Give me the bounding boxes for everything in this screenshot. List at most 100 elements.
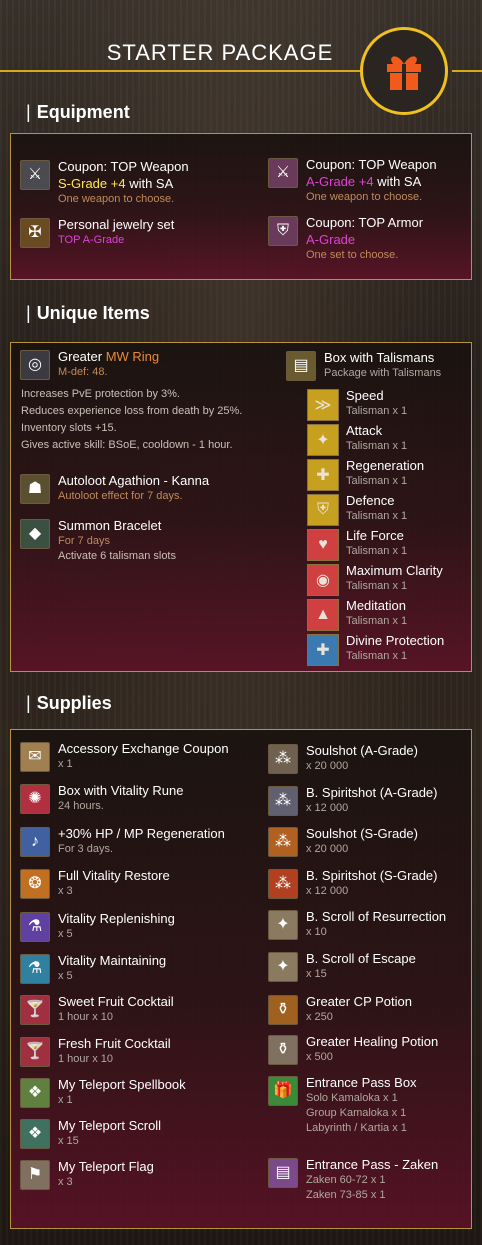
gift-icon [360,27,448,115]
ring-name: Greater [58,349,106,364]
item-grade: S-Grade +4 [58,176,126,191]
ring-desc-line: Reduces experience loss from death by 25… [21,405,243,417]
healing-potion-icon: ⚱ [268,1035,298,1065]
supply-name: My Teleport Flag [58,1159,154,1174]
potion-icon: ⚗ [20,954,50,984]
supply-qty: x 15 [58,1135,79,1147]
supply-qty: Zaken 73-85 x 1 [306,1189,386,1201]
talisman-name: Speed [346,388,384,403]
supply-text: Soulshot (S-Grade) x 20 000 [306,825,482,857]
supply-text: B. Scroll of Escape x 15 [306,950,482,982]
bracelet-note: For 7 days [58,535,110,547]
agathion-note: Autoloot effect for 7 days. [58,490,183,502]
supply-name: Entrance Pass - Zaken [306,1157,439,1172]
supply-name: Vitality Replenishing [58,911,175,926]
supply-qty: x 5 [58,970,73,982]
supply-name: Sweet Fruit Cocktail [58,994,174,1009]
item-name: Personal jewelry set [58,217,175,232]
talisman-text: Attack Talisman x 1 [346,422,482,454]
talisman-icon: ♥ [307,529,339,561]
supply-text: Greater CP Potion x 250 [306,993,482,1025]
item-grade: A-Grade +4 [306,174,374,189]
teleport-scroll-icon: ❖ [20,1119,50,1149]
soulshot-icon: ⁂ [268,744,298,774]
supply-qty: x 500 [306,1051,333,1063]
supply-text: Fresh Fruit Cocktail 1 hour x 10 [58,1035,248,1067]
supply-text: B. Spiritshot (A-Grade) x 12 000 [306,784,482,816]
supply-text: My Teleport Flag x 3 [58,1158,248,1190]
ring-desc-line: Gives active skill: BSoE, cooldown - 1 h… [21,439,233,451]
supply-name: Entrance Pass Box [306,1075,417,1090]
supply-qty: 24 hours. [58,800,104,812]
item-name: Coupon: TOP Weapon [306,157,437,172]
supply-qty: x 12 000 [306,802,349,814]
cocktail-icon: 🍸 [20,995,50,1025]
supply-name: Full Vitality Restore [58,868,170,883]
supply-qty: 1 hour x 10 [58,1011,114,1023]
talisman-qty: Talisman x 1 [346,405,408,417]
supply-name: Soulshot (A-Grade) [306,743,418,758]
talisman-qty: Talisman x 1 [346,580,408,592]
supply-name: My Teleport Spellbook [58,1077,186,1092]
gift-svg [387,56,421,90]
talisman-icon: ✚ [307,634,339,666]
supply-qty: Labyrinth / Kartia x 1 [306,1122,407,1134]
talisman-qty: Talisman x 1 [346,615,408,627]
supply-qty: x 3 [58,885,73,897]
supplies-panel: ✉ Accessory Exchange Coupon x 1 ✺ Box with V… [10,729,472,1229]
talisman-text: Meditation Talisman x 1 [346,597,482,629]
weapon-coupon-icon: ⚔ [268,158,298,188]
item-name: Coupon: TOP Weapon [58,159,189,174]
section-title-unique-label: Unique Items [36,303,150,323]
supply-text: B. Scroll of Resurrection x 10 [306,908,482,940]
supply-name: B. Scroll of Escape [306,951,416,966]
regen-icon: ♪ [20,827,50,857]
bracelet-name: Summon Bracelet [58,518,162,533]
unique-panel: ◎ Greater MW Ring M-def: 48. Increases P… [10,342,472,672]
talisman-text: Divine Protection Talisman x 1 [346,632,482,664]
supply-name: +30% HP / MP Regeneration [58,826,225,841]
bracelet-sub: Activate 6 talisman slots [58,550,176,562]
bracelet-icon: ◆ [20,519,50,549]
supply-text: +30% HP / MP Regeneration For 3 days. [58,825,248,857]
supply-qty: x 250 [306,1011,333,1023]
talisman-box-sub: Package with Talismans [324,367,442,379]
escape-scroll-icon: ✦ [268,952,298,982]
equipment-panel: ⚔ Coupon: TOP Weapon S-Grade +4 with SA … [10,133,472,280]
supply-qty: Zaken 60-72 x 1 [306,1174,386,1186]
supply-qty: Solo Kamaloka x 1 [306,1092,398,1104]
supply-qty: x 1 [58,758,73,770]
talisman-icon: ▲ [307,599,339,631]
supply-qty: x 5 [58,928,73,940]
talisman-text: Maximum Clarity Talisman x 1 [346,562,482,594]
potion-icon: ⚗ [20,912,50,942]
supply-name: Greater Healing Potion [306,1034,439,1049]
talisman-name: Defence [346,493,395,508]
supply-text: Greater Healing Potion x 500 [306,1033,482,1065]
scroll-icon: ✉ [20,742,50,772]
supply-name: Greater CP Potion [306,994,412,1009]
talisman-text: Speed Talisman x 1 [346,387,482,419]
supply-qty: For 3 days. [58,843,114,855]
talisman-qty: Talisman x 1 [346,650,408,662]
supply-text: My Teleport Scroll x 15 [58,1117,248,1149]
supply-qty: x 3 [58,1176,73,1188]
supply-name: Accessory Exchange Coupon [58,741,229,756]
flag-icon: ⚑ [20,1160,50,1190]
talisman-icon: ≫ [307,389,339,421]
talisman-text: Regeneration Talisman x 1 [346,457,482,489]
supply-text: Accessory Exchange Coupon x 1 [58,740,248,772]
section-title-unique: | Unique Items [26,303,150,323]
chest-icon: ▤ [286,351,316,381]
talisman-name: Maximum Clarity [346,563,443,578]
supply-text: Vitality Maintaining x 5 [58,952,248,984]
item-note: One set to choose. [306,249,399,261]
item-grade: A-Grade [306,232,356,247]
resurrection-scroll-icon: ✦ [268,910,298,940]
supply-name: B. Scroll of Resurrection [306,909,447,924]
supply-name: B. Spiritshot (A-Grade) [306,785,438,800]
supply-qty: Group Kamaloka x 1 [306,1107,407,1119]
supply-name: Box with Vitality Rune [58,783,184,798]
restore-icon: ❂ [20,869,50,899]
ring-name-highlight: MW Ring [105,349,160,364]
